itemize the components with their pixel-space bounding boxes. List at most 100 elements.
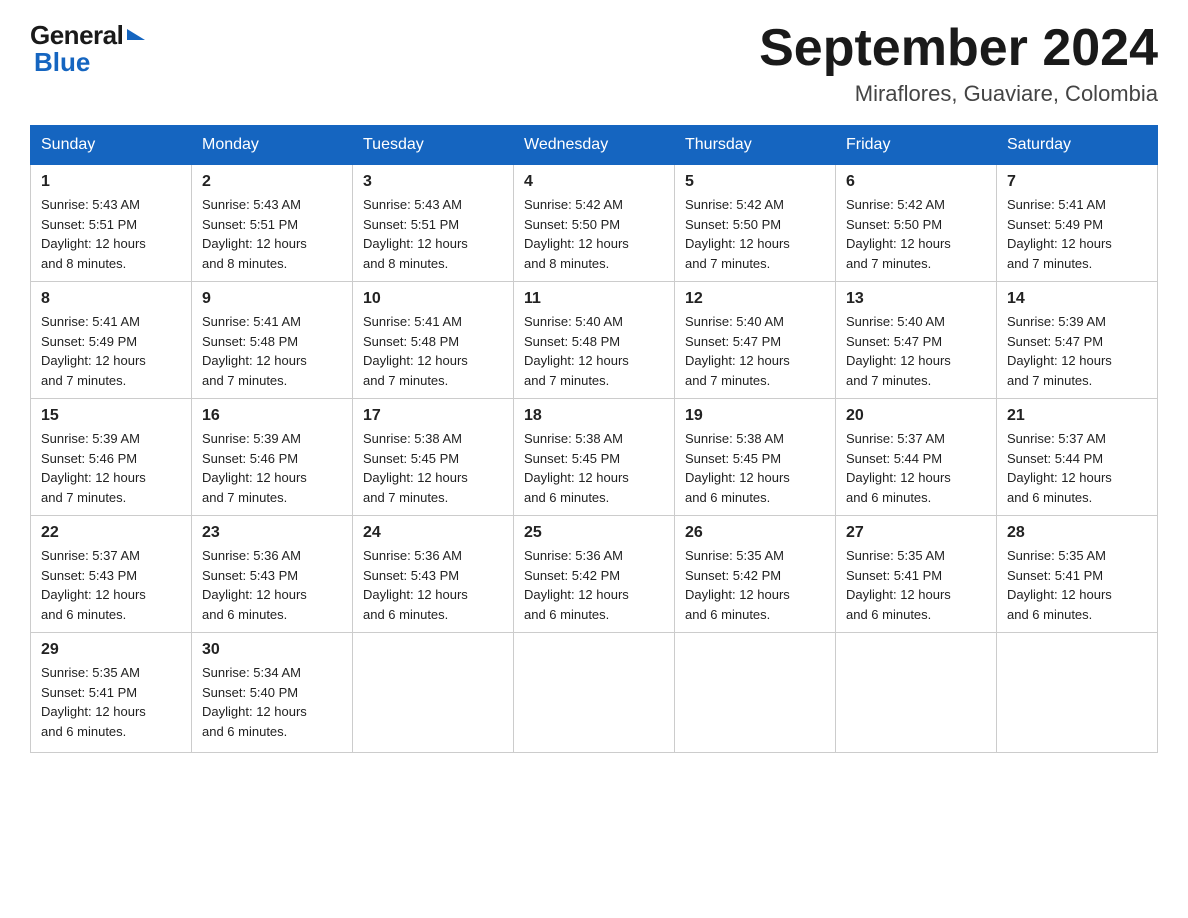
day-info: Sunrise: 5:36 AMSunset: 5:42 PMDaylight:… bbox=[524, 546, 664, 624]
day-info: Sunrise: 5:38 AMSunset: 5:45 PMDaylight:… bbox=[363, 429, 503, 507]
day-number: 11 bbox=[524, 290, 664, 308]
weekday-header-saturday: Saturday bbox=[997, 126, 1158, 165]
day-number: 25 bbox=[524, 524, 664, 542]
calendar-day-cell: 2 Sunrise: 5:43 AMSunset: 5:51 PMDaylight… bbox=[192, 165, 353, 282]
day-info: Sunrise: 5:42 AMSunset: 5:50 PMDaylight:… bbox=[524, 195, 664, 273]
day-number: 8 bbox=[41, 290, 181, 308]
day-number: 1 bbox=[41, 173, 181, 191]
day-number: 18 bbox=[524, 407, 664, 425]
calendar-empty-cell bbox=[997, 633, 1158, 753]
day-number: 19 bbox=[685, 407, 825, 425]
day-info: Sunrise: 5:37 AMSunset: 5:43 PMDaylight:… bbox=[41, 546, 181, 624]
day-number: 14 bbox=[1007, 290, 1147, 308]
day-number: 4 bbox=[524, 173, 664, 191]
weekday-header-wednesday: Wednesday bbox=[514, 126, 675, 165]
day-info: Sunrise: 5:36 AMSunset: 5:43 PMDaylight:… bbox=[363, 546, 503, 624]
calendar-day-cell: 8 Sunrise: 5:41 AMSunset: 5:49 PMDaylight… bbox=[31, 282, 192, 399]
day-info: Sunrise: 5:41 AMSunset: 5:49 PMDaylight:… bbox=[41, 312, 181, 390]
calendar-week-row: 15Sunrise: 5:39 AMSunset: 5:46 PMDayligh… bbox=[31, 399, 1158, 516]
calendar-day-cell: 1Sunrise: 5:43 AMSunset: 5:51 PMDaylight… bbox=[31, 165, 192, 282]
calendar-day-cell: 3 Sunrise: 5:43 AMSunset: 5:51 PMDaylight… bbox=[353, 165, 514, 282]
calendar-empty-cell bbox=[836, 633, 997, 753]
day-info: Sunrise: 5:37 AMSunset: 5:44 PMDaylight:… bbox=[846, 429, 986, 507]
day-info: Sunrise: 5:42 AMSunset: 5:50 PMDaylight:… bbox=[685, 195, 825, 273]
day-info: Sunrise: 5:38 AMSunset: 5:45 PMDaylight:… bbox=[685, 429, 825, 507]
day-info: Sunrise: 5:35 AMSunset: 5:41 PMDaylight:… bbox=[1007, 546, 1147, 624]
weekday-header-tuesday: Tuesday bbox=[353, 126, 514, 165]
day-number: 17 bbox=[363, 407, 503, 425]
day-number: 16 bbox=[202, 407, 342, 425]
day-info: Sunrise: 5:41 AMSunset: 5:49 PMDaylight:… bbox=[1007, 195, 1147, 273]
calendar-day-cell: 11Sunrise: 5:40 AMSunset: 5:48 PMDayligh… bbox=[514, 282, 675, 399]
day-number: 30 bbox=[202, 641, 342, 659]
day-info: Sunrise: 5:40 AMSunset: 5:47 PMDaylight:… bbox=[846, 312, 986, 390]
calendar-day-cell: 5 Sunrise: 5:42 AMSunset: 5:50 PMDaylight… bbox=[675, 165, 836, 282]
calendar-week-row: 1 Sunrise: 5:43 AMSunset: 5:51 PMDaylight… bbox=[31, 165, 1158, 282]
calendar-day-cell: 4 Sunrise: 5:42 AMSunset: 5:50 PMDaylight… bbox=[514, 165, 675, 282]
calendar-day-cell: 17 Sunrise: 5:38 AMSunset: 5:45 PMDayligh… bbox=[353, 399, 514, 516]
calendar-day-cell: 18 Sunrise: 5:38 AMSunset: 5:45 PMDayligh… bbox=[514, 399, 675, 516]
calendar-day-cell: 30Sunrise: 5:34 AMSunset: 5:40 PMDayligh… bbox=[192, 633, 353, 753]
day-number: 10 bbox=[363, 290, 503, 308]
calendar-day-cell: 7 Sunrise: 5:41 AMSunset: 5:49 PMDaylight… bbox=[997, 165, 1158, 282]
calendar-day-cell: 15Sunrise: 5:39 AMSunset: 5:46 PMDayligh… bbox=[31, 399, 192, 516]
day-info: Sunrise: 5:37 AMSunset: 5:44 PMDaylight:… bbox=[1007, 429, 1147, 507]
day-number: 7 bbox=[1007, 173, 1147, 191]
calendar-day-cell: 19 Sunrise: 5:38 AMSunset: 5:45 PMDayligh… bbox=[675, 399, 836, 516]
day-number: 27 bbox=[846, 524, 986, 542]
day-info: Sunrise: 5:38 AMSunset: 5:45 PMDaylight:… bbox=[524, 429, 664, 507]
day-info: Sunrise: 5:43 AMSunset: 5:51 PMDaylight:… bbox=[363, 195, 503, 273]
logo-blue-text: Blue bbox=[34, 47, 90, 78]
calendar-empty-cell bbox=[514, 633, 675, 753]
day-info: Sunrise: 5:40 AMSunset: 5:47 PMDaylight:… bbox=[685, 312, 825, 390]
day-number: 3 bbox=[363, 173, 503, 191]
page-header: General Blue September 2024 Miraflores, … bbox=[30, 20, 1158, 107]
day-info: Sunrise: 5:41 AMSunset: 5:48 PMDaylight:… bbox=[202, 312, 342, 390]
calendar-week-row: 22Sunrise: 5:37 AMSunset: 5:43 PMDayligh… bbox=[31, 516, 1158, 633]
calendar-day-cell: 28 Sunrise: 5:35 AMSunset: 5:41 PMDayligh… bbox=[997, 516, 1158, 633]
day-number: 2 bbox=[202, 173, 342, 191]
day-info: Sunrise: 5:39 AMSunset: 5:47 PMDaylight:… bbox=[1007, 312, 1147, 390]
location-title: Miraflores, Guaviare, Colombia bbox=[759, 81, 1158, 107]
day-number: 24 bbox=[363, 524, 503, 542]
weekday-header-thursday: Thursday bbox=[675, 126, 836, 165]
calendar-day-cell: 22Sunrise: 5:37 AMSunset: 5:43 PMDayligh… bbox=[31, 516, 192, 633]
calendar-week-row: 8 Sunrise: 5:41 AMSunset: 5:49 PMDaylight… bbox=[31, 282, 1158, 399]
day-number: 26 bbox=[685, 524, 825, 542]
logo-triangle-icon bbox=[127, 29, 145, 40]
day-number: 9 bbox=[202, 290, 342, 308]
calendar-day-cell: 6 Sunrise: 5:42 AMSunset: 5:50 PMDaylight… bbox=[836, 165, 997, 282]
calendar-day-cell: 12Sunrise: 5:40 AMSunset: 5:47 PMDayligh… bbox=[675, 282, 836, 399]
calendar-day-cell: 23 Sunrise: 5:36 AMSunset: 5:43 PMDayligh… bbox=[192, 516, 353, 633]
month-title: September 2024 bbox=[759, 20, 1158, 77]
calendar-day-cell: 14 Sunrise: 5:39 AMSunset: 5:47 PMDayligh… bbox=[997, 282, 1158, 399]
calendar-header: SundayMondayTuesdayWednesdayThursdayFrid… bbox=[31, 126, 1158, 165]
calendar-week-row: 29Sunrise: 5:35 AMSunset: 5:41 PMDayligh… bbox=[31, 633, 1158, 753]
day-info: Sunrise: 5:39 AMSunset: 5:46 PMDaylight:… bbox=[202, 429, 342, 507]
weekday-header-friday: Friday bbox=[836, 126, 997, 165]
day-number: 6 bbox=[846, 173, 986, 191]
day-info: Sunrise: 5:35 AMSunset: 5:41 PMDaylight:… bbox=[41, 663, 181, 741]
calendar-day-cell: 27Sunrise: 5:35 AMSunset: 5:41 PMDayligh… bbox=[836, 516, 997, 633]
day-info: Sunrise: 5:36 AMSunset: 5:43 PMDaylight:… bbox=[202, 546, 342, 624]
day-info: Sunrise: 5:39 AMSunset: 5:46 PMDaylight:… bbox=[41, 429, 181, 507]
calendar-day-cell: 10 Sunrise: 5:41 AMSunset: 5:48 PMDayligh… bbox=[353, 282, 514, 399]
title-block: September 2024 Miraflores, Guaviare, Col… bbox=[759, 20, 1158, 107]
calendar-empty-cell bbox=[353, 633, 514, 753]
day-info: Sunrise: 5:42 AMSunset: 5:50 PMDaylight:… bbox=[846, 195, 986, 273]
calendar-day-cell: 29Sunrise: 5:35 AMSunset: 5:41 PMDayligh… bbox=[31, 633, 192, 753]
day-info: Sunrise: 5:41 AMSunset: 5:48 PMDaylight:… bbox=[363, 312, 503, 390]
calendar-day-cell: 9 Sunrise: 5:41 AMSunset: 5:48 PMDaylight… bbox=[192, 282, 353, 399]
day-number: 13 bbox=[846, 290, 986, 308]
day-number: 28 bbox=[1007, 524, 1147, 542]
calendar-day-cell: 24 Sunrise: 5:36 AMSunset: 5:43 PMDayligh… bbox=[353, 516, 514, 633]
day-info: Sunrise: 5:43 AMSunset: 5:51 PMDaylight:… bbox=[202, 195, 342, 273]
day-number: 5 bbox=[685, 173, 825, 191]
calendar-day-cell: 20 Sunrise: 5:37 AMSunset: 5:44 PMDayligh… bbox=[836, 399, 997, 516]
day-number: 20 bbox=[846, 407, 986, 425]
calendar-day-cell: 26Sunrise: 5:35 AMSunset: 5:42 PMDayligh… bbox=[675, 516, 836, 633]
weekday-header-monday: Monday bbox=[192, 126, 353, 165]
day-number: 21 bbox=[1007, 407, 1147, 425]
weekday-header-sunday: Sunday bbox=[31, 126, 192, 165]
day-number: 23 bbox=[202, 524, 342, 542]
